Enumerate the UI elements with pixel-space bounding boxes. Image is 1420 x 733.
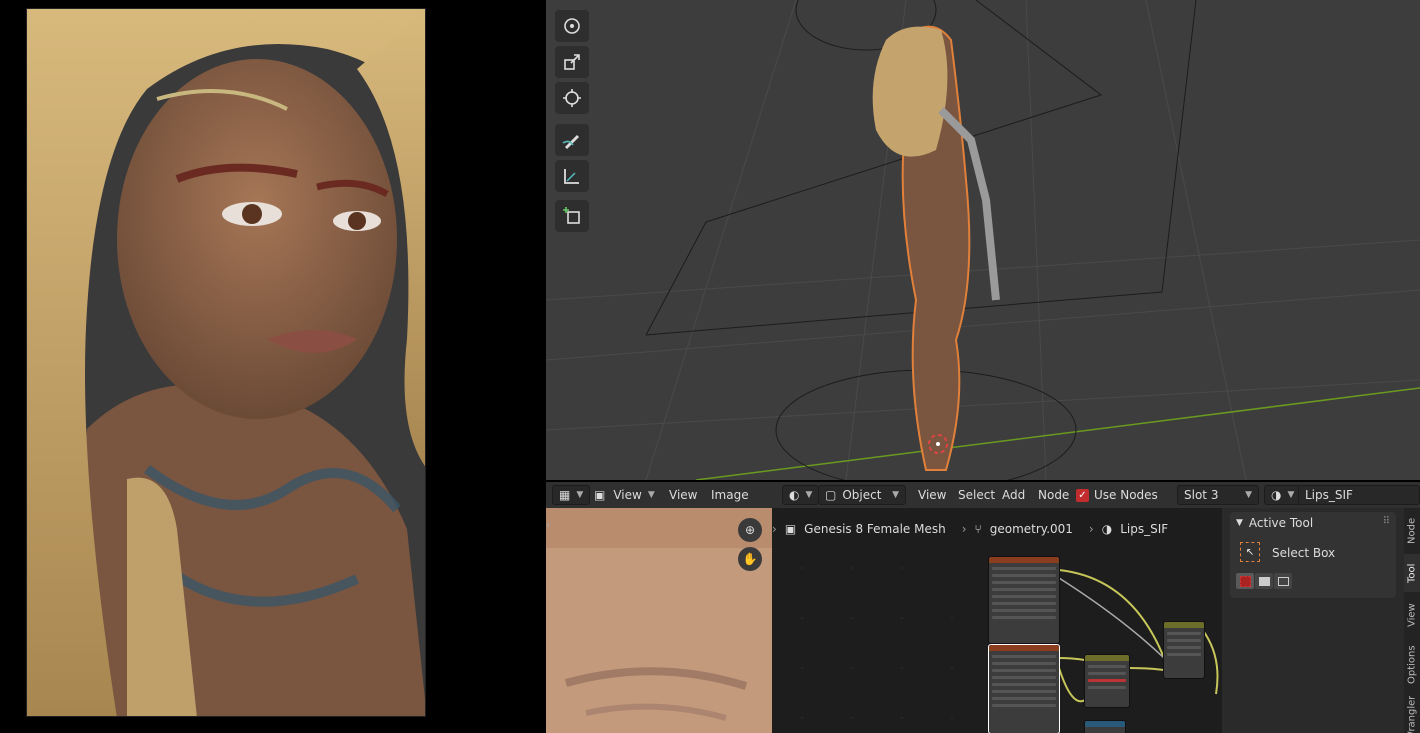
active-tool-panel: ▼ Active Tool ⠿ ↖ Select Box bbox=[1230, 512, 1396, 598]
material-name-field[interactable]: Lips_SIF bbox=[1298, 485, 1420, 505]
node-menu[interactable]: Node bbox=[1038, 485, 1069, 505]
object-mode-select[interactable]: ▢ Object ▼ bbox=[818, 485, 906, 505]
object-icon: ▣ bbox=[784, 522, 797, 536]
breadcrumb-mesh: geometry.001 bbox=[989, 522, 1073, 536]
chevron-down-icon: ▼ bbox=[1287, 490, 1295, 500]
mode-set-button[interactable] bbox=[1236, 573, 1254, 589]
tab-label: Options bbox=[1406, 645, 1418, 685]
select-extend-icon bbox=[1258, 576, 1270, 586]
chevron-down-icon: ▼ bbox=[1236, 518, 1243, 528]
breadcrumb-material: Lips_SIF bbox=[1120, 522, 1169, 536]
shader-node-editor[interactable] bbox=[772, 508, 1222, 733]
image-menu[interactable]: Image bbox=[711, 485, 749, 505]
mix-node[interactable] bbox=[1164, 622, 1204, 678]
tab-options[interactable]: Options bbox=[1404, 640, 1420, 690]
image-texture-node[interactable] bbox=[989, 557, 1059, 643]
tab-wrangler[interactable]: Wrangler bbox=[1404, 696, 1420, 733]
rotate-icon bbox=[564, 18, 580, 34]
select-box-icon: ↖ bbox=[1240, 542, 1260, 562]
annotate-tool-button[interactable] bbox=[555, 124, 589, 156]
chevron-down-icon: ▼ bbox=[805, 490, 813, 500]
view-menu[interactable]: View bbox=[669, 485, 697, 505]
tab-label: Tool bbox=[1406, 563, 1418, 583]
image-texture-node-selected[interactable] bbox=[989, 645, 1059, 733]
object-icon: ▢ bbox=[825, 488, 837, 502]
slot-label: Slot 3 bbox=[1184, 488, 1219, 502]
select-new-icon bbox=[1239, 575, 1251, 587]
panel-title: Active Tool bbox=[1248, 516, 1314, 530]
chevron-down-icon: ▼ bbox=[1245, 490, 1252, 500]
select-menu-label: Select bbox=[958, 488, 996, 502]
tab-label: Wrangler bbox=[1406, 696, 1418, 733]
zoom-icon[interactable]: ⊕ bbox=[738, 518, 762, 542]
tab-label: View bbox=[1406, 603, 1418, 627]
subsurface-node[interactable] bbox=[1085, 655, 1129, 707]
annotate-icon bbox=[562, 135, 579, 149]
node-menu-label: Node bbox=[1038, 488, 1070, 502]
use-nodes-label: Use Nodes bbox=[1094, 488, 1158, 502]
add-menu[interactable]: Add bbox=[1002, 485, 1025, 505]
image-view-menu[interactable]: ▣ View ▼ bbox=[594, 485, 655, 505]
material-sphere-icon: ◑ bbox=[1271, 488, 1282, 502]
transform-icon bbox=[563, 89, 581, 107]
view-menu-label: View bbox=[918, 488, 947, 502]
viewport-scene bbox=[546, 0, 1420, 480]
mode-subtract-button[interactable] bbox=[1274, 573, 1292, 589]
breadcrumb: › ▣ Genesis 8 Female Mesh › ⑂ geometry.0… bbox=[772, 518, 1168, 540]
active-tool-header[interactable]: ▼ Active Tool bbox=[1236, 516, 1313, 530]
tab-label: Node bbox=[1406, 517, 1418, 545]
use-nodes-toggle[interactable]: ✓ Use Nodes bbox=[1076, 485, 1158, 505]
tab-view[interactable]: View bbox=[1404, 596, 1420, 634]
tab-node[interactable]: Node bbox=[1404, 512, 1420, 550]
image-menu-label: Image bbox=[711, 488, 749, 502]
select-menu[interactable]: Select bbox=[958, 485, 995, 505]
add-cube-tool-button[interactable] bbox=[555, 200, 589, 232]
measure-icon bbox=[564, 169, 579, 184]
node-view-menu[interactable]: View bbox=[918, 485, 946, 505]
scale-tool-button[interactable] bbox=[555, 46, 589, 78]
material-browse-button[interactable]: ◑ ▼ bbox=[1264, 485, 1302, 505]
chevron-right-icon: › bbox=[772, 522, 777, 536]
view-menu-label: View bbox=[613, 488, 642, 502]
rotate-tool-button[interactable] bbox=[555, 10, 589, 42]
material-name-value: Lips_SIF bbox=[1305, 488, 1353, 502]
measure-tool-button[interactable] bbox=[555, 160, 589, 192]
tool-name: Select Box bbox=[1272, 546, 1336, 560]
sphere-icon: ◐ bbox=[789, 488, 800, 502]
material-sphere-icon: ◑ bbox=[1101, 522, 1113, 536]
separate-color-node[interactable] bbox=[1085, 721, 1125, 733]
drag-handle-icon[interactable]: ⠿ bbox=[1383, 516, 1390, 527]
pan-hand-icon[interactable]: ✋ bbox=[738, 547, 762, 571]
image-editor-icon: ▦ bbox=[559, 488, 571, 502]
chevron-right-icon: › bbox=[1088, 522, 1094, 536]
mesh-icon: ⑂ bbox=[974, 522, 982, 536]
texture-image bbox=[546, 508, 772, 733]
shading-type-select[interactable]: ◐ ▼ bbox=[782, 485, 820, 505]
chevron-down-icon: ▼ bbox=[576, 490, 584, 500]
view-menu-label: View bbox=[669, 488, 698, 502]
add-cube-icon bbox=[563, 207, 580, 224]
chevron-down-icon: ▼ bbox=[892, 490, 899, 500]
mode-label: Object bbox=[842, 488, 882, 502]
3d-viewport[interactable] bbox=[546, 0, 1420, 480]
editor-type-select[interactable]: ▦ ▼ bbox=[552, 485, 591, 505]
tab-tool[interactable]: Tool bbox=[1404, 554, 1420, 592]
render-preview bbox=[26, 8, 426, 717]
slot-select[interactable]: Slot 3 ▼ bbox=[1177, 485, 1259, 505]
breadcrumb-object: Genesis 8 Female Mesh bbox=[804, 522, 946, 536]
chevron-right-icon: › bbox=[961, 522, 967, 536]
select-subtract-icon bbox=[1277, 576, 1289, 586]
expand-toolbar-arrow[interactable]: › bbox=[546, 520, 554, 531]
image-icon: ▣ bbox=[594, 488, 606, 502]
image-editor[interactable] bbox=[546, 508, 772, 733]
mode-extend-button[interactable] bbox=[1255, 573, 1273, 589]
character-portrait-image bbox=[27, 9, 425, 716]
checkbox-checked-icon: ✓ bbox=[1076, 488, 1089, 502]
add-menu-label: Add bbox=[1002, 488, 1026, 502]
transform-tool-button[interactable] bbox=[555, 82, 589, 114]
scale-icon bbox=[564, 54, 580, 70]
chevron-down-icon: ▼ bbox=[647, 490, 655, 500]
